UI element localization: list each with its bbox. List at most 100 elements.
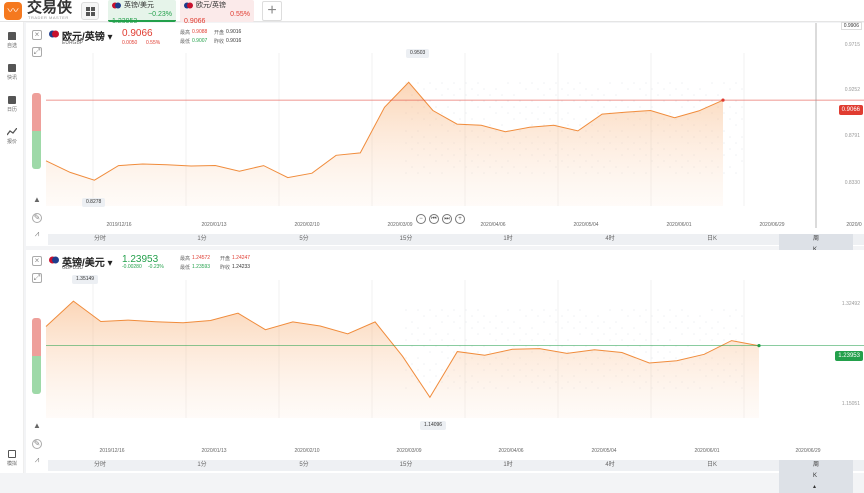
close-icon[interactable]: × — [32, 256, 42, 266]
date-tick: 2020/01/13 — [201, 448, 227, 454]
map-dot — [411, 321, 413, 323]
top-bar: 〰 交易侠 TRADER MASTER 英镑/美元 1.23953 −0.23%… — [0, 0, 864, 25]
map-dot — [453, 94, 455, 96]
map-dot — [657, 351, 659, 353]
sidebar-item-simulate[interactable]: 模拟 — [0, 450, 24, 467]
map-dot — [729, 136, 731, 138]
sidebar-item-calendar[interactable]: 日历 — [0, 96, 24, 113]
period-button[interactable]: 1分 — [197, 460, 206, 471]
map-dot — [681, 321, 683, 323]
period-button[interactable]: 4时 — [605, 460, 614, 471]
period-button[interactable]: 15分 — [400, 460, 413, 471]
map-dot — [429, 369, 431, 371]
add-tab-button[interactable]: + — [262, 1, 282, 21]
tab-eurgbp[interactable]: 欧元/英镑 0.9066 0.55% — [180, 0, 254, 25]
map-dot — [519, 82, 521, 84]
prev-close-label: 昨收 — [214, 39, 225, 45]
map-dot — [543, 309, 545, 311]
map-dot — [501, 94, 503, 96]
map-dot — [513, 94, 515, 96]
map-dot — [507, 339, 509, 341]
map-dot — [447, 88, 449, 90]
map-dot — [537, 315, 539, 317]
map-dot — [405, 309, 407, 311]
period-button[interactable]: 分时 — [94, 234, 106, 245]
mountain-chart-icon[interactable]: ▲ — [32, 422, 42, 432]
map-dot — [513, 118, 515, 120]
map-dot — [735, 172, 737, 174]
buy-bar — [32, 356, 41, 394]
map-dot — [645, 82, 647, 84]
period-button[interactable]: 1时 — [503, 234, 512, 245]
map-dot — [729, 118, 731, 120]
price-area — [46, 301, 759, 418]
map-dot — [555, 321, 557, 323]
map-dot — [531, 82, 533, 84]
map-dot — [579, 124, 581, 126]
y-tick-label: 0.9715 — [844, 42, 860, 48]
period-button[interactable]: 5分 — [299, 460, 308, 471]
period-button[interactable]: 分时 — [94, 460, 106, 471]
map-dot — [717, 94, 719, 96]
map-dot — [735, 309, 737, 311]
map-dot — [597, 88, 599, 90]
map-dot — [603, 321, 605, 323]
date-tick: 2020/03/09 — [396, 448, 422, 454]
map-dot — [627, 315, 629, 317]
brand-name: 交易侠 — [27, 0, 73, 16]
map-dot — [669, 82, 671, 84]
tab-gbpusd[interactable]: 英镑/美元 1.23953 −0.23% — [108, 0, 176, 25]
map-dot — [645, 321, 647, 323]
map-dot — [477, 106, 479, 108]
y-tick-label: 0.8330 — [844, 180, 860, 186]
gbpusd-chart[interactable] — [26, 250, 864, 473]
map-dot — [567, 94, 569, 96]
map-dot — [573, 88, 575, 90]
map-dot — [645, 339, 647, 341]
map-dot — [741, 118, 743, 120]
map-dot — [603, 333, 605, 335]
map-dot — [741, 106, 743, 108]
map-dot — [669, 351, 671, 353]
sidebar-item-news[interactable]: 快讯 — [0, 64, 24, 81]
layout-grid-icon[interactable] — [81, 2, 99, 20]
map-dot — [495, 327, 497, 329]
period-button[interactable]: 日K — [707, 460, 717, 471]
map-dot — [543, 339, 545, 341]
indicator-icon[interactable]: ⩘ — [32, 456, 42, 466]
period-button[interactable]: 5分 — [299, 234, 308, 245]
period-button[interactable]: 日K — [707, 234, 717, 245]
expand-icon[interactable]: ⤢ — [32, 273, 42, 283]
y-tick-label: 0.9252 — [844, 87, 860, 93]
map-dot — [579, 106, 581, 108]
map-dot — [741, 160, 743, 162]
map-dot — [669, 339, 671, 341]
map-dot — [531, 339, 533, 341]
uk-us-flag-icon — [49, 256, 59, 264]
map-dot — [711, 327, 713, 329]
indicator-icon[interactable]: ⩘ — [32, 230, 42, 240]
sidebar-item-watchlist[interactable]: 自选 — [0, 32, 24, 49]
map-dot — [417, 369, 419, 371]
sidebar-item-quotes[interactable]: 报价 — [0, 128, 24, 145]
period-button[interactable]: 1分 — [197, 234, 206, 245]
expand-icon[interactable]: ⤢ — [32, 47, 42, 57]
map-dot — [435, 333, 437, 335]
close-icon[interactable]: × — [32, 30, 42, 40]
map-dot — [537, 118, 539, 120]
map-dot — [741, 315, 743, 317]
low-value: 0.9007 — [192, 38, 208, 44]
price-change-pct: -0.23% — [148, 264, 164, 270]
period-button-selected[interactable]: 周K ▴ — [778, 460, 854, 493]
mountain-chart-icon[interactable]: ▲ — [32, 196, 42, 206]
map-dot — [687, 88, 689, 90]
period-button[interactable]: 15分 — [400, 234, 413, 245]
period-button[interactable]: 4时 — [605, 234, 614, 245]
map-dot — [543, 82, 545, 84]
map-dot — [633, 327, 635, 329]
map-dot — [429, 309, 431, 311]
map-dot — [723, 82, 725, 84]
map-dot — [441, 351, 443, 353]
period-button[interactable]: 1时 — [503, 460, 512, 471]
map-dot — [681, 82, 683, 84]
